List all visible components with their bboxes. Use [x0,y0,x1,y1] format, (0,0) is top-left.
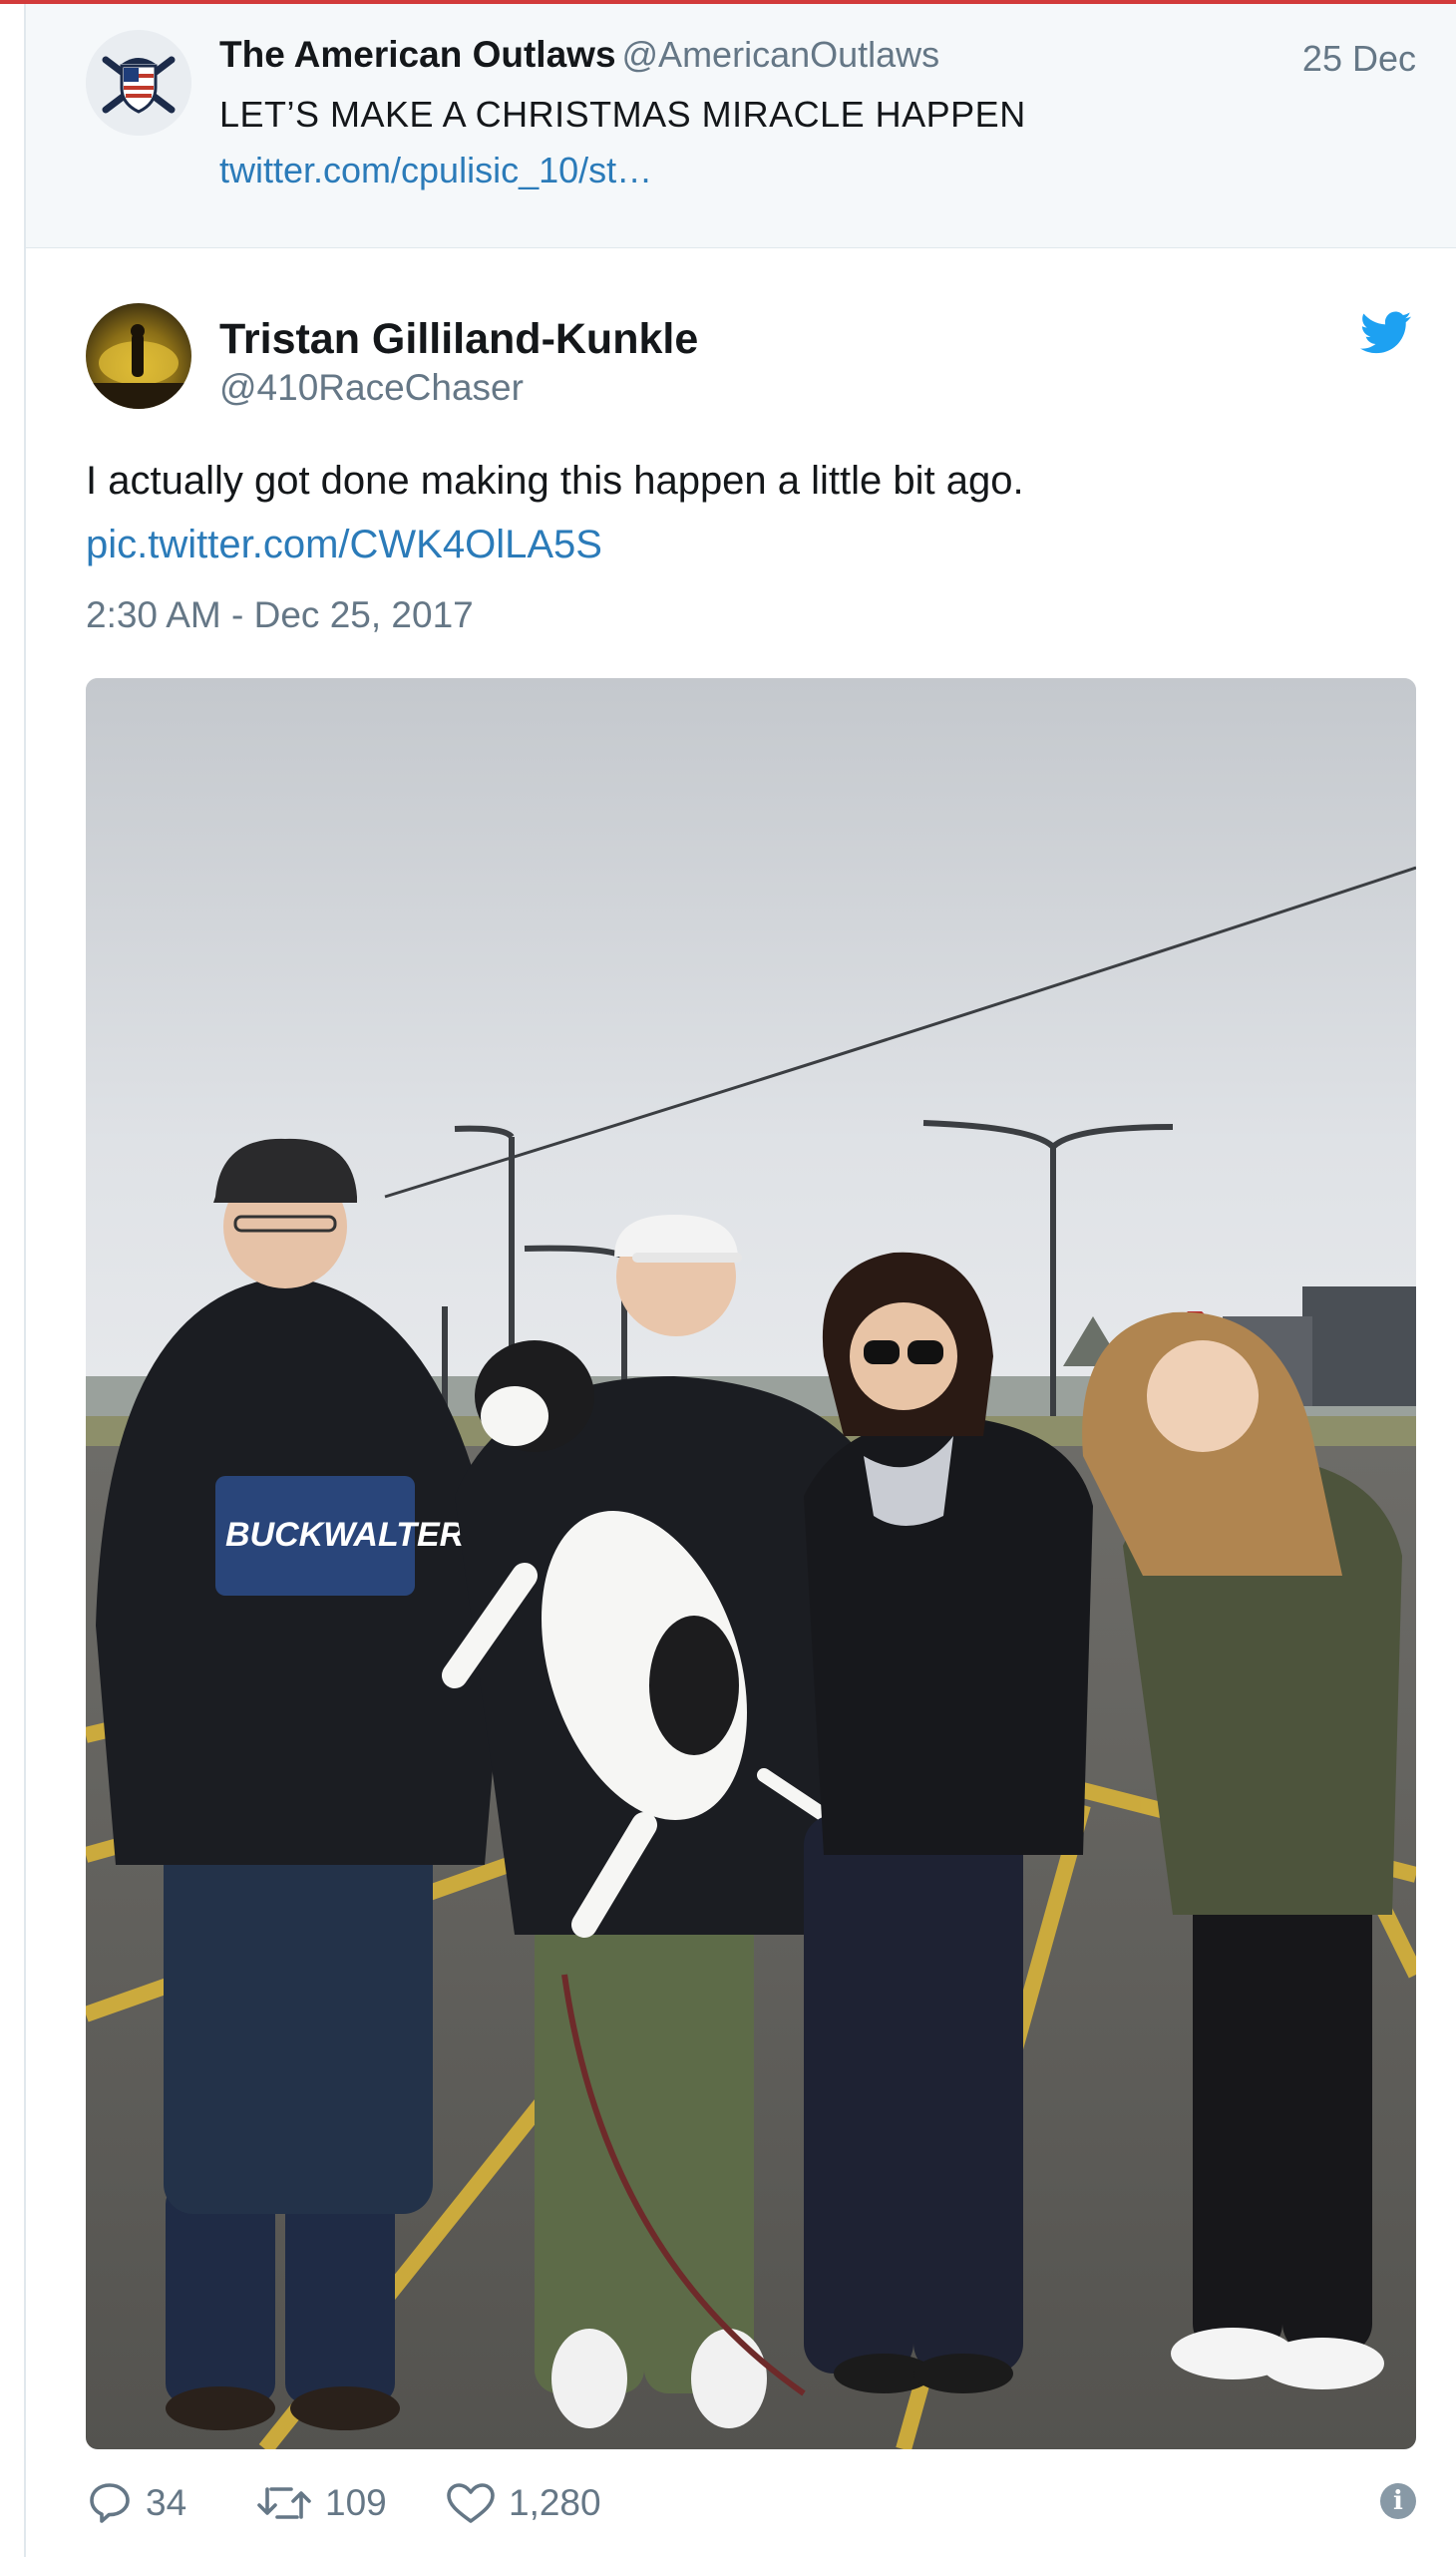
reply-action[interactable]: 34 [86,2473,186,2533]
parent-author-name[interactable]: The American Outlaws [219,34,616,75]
retweet-icon [257,2487,311,2519]
author-handle[interactable]: @410RaceChaser [219,367,524,409]
info-icon[interactable]: i [1380,2483,1416,2519]
parent-date[interactable]: 25 Dec [1302,38,1416,80]
heart-icon [447,2483,495,2523]
parent-tweet[interactable]: The American Outlaws @AmericanOutlaws 25 … [26,4,1456,248]
parent-author-handle[interactable]: @AmericanOutlaws [622,34,940,75]
reply-count: 34 [146,2482,187,2523]
left-border [24,4,26,2557]
author-name[interactable]: Tristan Gilliland-Kunkle [219,315,698,364]
parent-text: LET’S MAKE A CHRISTMAS MIRACLE HAPPEN [219,94,1026,135]
reply-icon [90,2483,130,2523]
twitter-bird-icon[interactable] [1360,311,1412,355]
like-count: 1,280 [509,2482,601,2523]
tweet-timestamp[interactable]: 2:30 AM - Dec 25, 2017 [86,594,474,636]
pic-link[interactable]: pic.twitter.com/CWK4OlLA5S [86,523,602,567]
tweet-actions: 34 109 1,280 i [86,2473,1416,2533]
hoodie-print: BUCKWALTER [225,1516,465,1554]
tweet-text: I actually got done making this happen a… [86,459,1024,503]
author-avatar[interactable] [86,303,191,409]
retweet-count: 109 [325,2482,387,2523]
like-action[interactable]: 1,280 [445,2473,601,2533]
photo-illustration: BUCKWALTER [86,678,1416,2449]
retweet-action[interactable]: 109 [255,2473,387,2533]
parent-avatar[interactable] [86,30,191,136]
parent-author[interactable]: The American Outlaws @AmericanOutlaws [219,34,939,76]
tweet-photo[interactable]: BUCKWALTER [86,678,1416,2449]
parent-link[interactable]: twitter.com/cpulisic_10/st… [219,150,652,191]
